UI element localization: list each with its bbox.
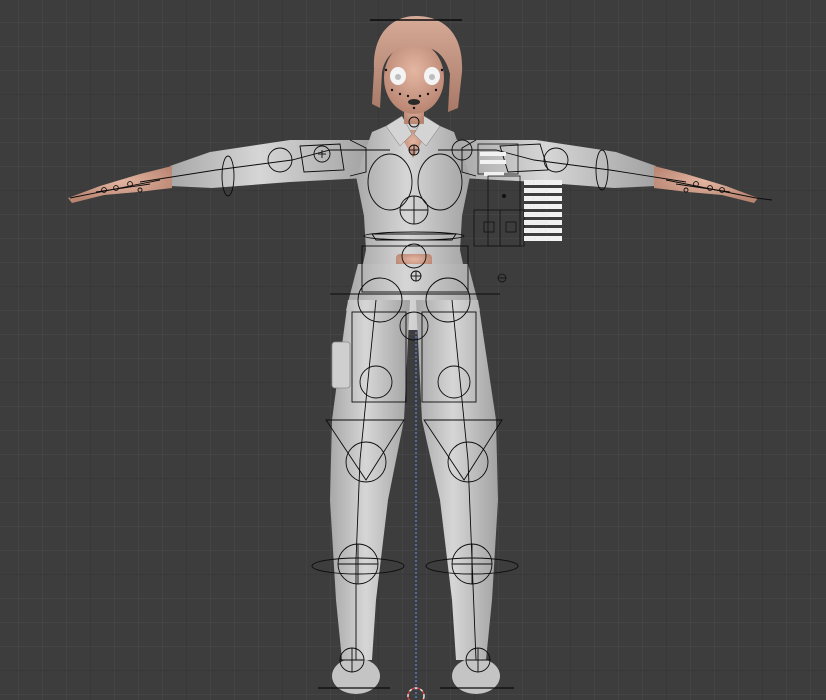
rig-label-3: Head Follow	[525, 196, 550, 201]
rig-panel-swatch-3[interactable]	[484, 172, 504, 176]
viewport-canvas[interactable]: IK/FK Arm Neck Follow Head Follow IK/FK …	[0, 0, 826, 700]
3d-viewport[interactable]: IK/FK Arm Neck Follow Head Follow IK/FK …	[0, 0, 826, 700]
rig-label-4: IK/FK Leg	[525, 204, 544, 209]
rig-label-1: IK/FK Arm	[525, 180, 545, 185]
rig-label-8: Spine Follow	[525, 236, 551, 241]
thigh-holster	[331, 341, 351, 389]
right-pupil	[429, 74, 435, 80]
rig-label-2: Neck Follow	[525, 188, 550, 193]
rig-panel-swatch-2[interactable]	[480, 160, 506, 164]
rig-label-7: Pole Follow	[525, 228, 548, 233]
rig-label-5: Arm Stretch	[525, 212, 549, 217]
mouth	[408, 99, 420, 105]
rig-panel-swatch-1[interactable]	[480, 152, 506, 156]
rig-label-6: Leg Stretch	[525, 220, 548, 225]
rig-panel-dot	[502, 194, 506, 198]
left-pupil	[395, 74, 401, 80]
